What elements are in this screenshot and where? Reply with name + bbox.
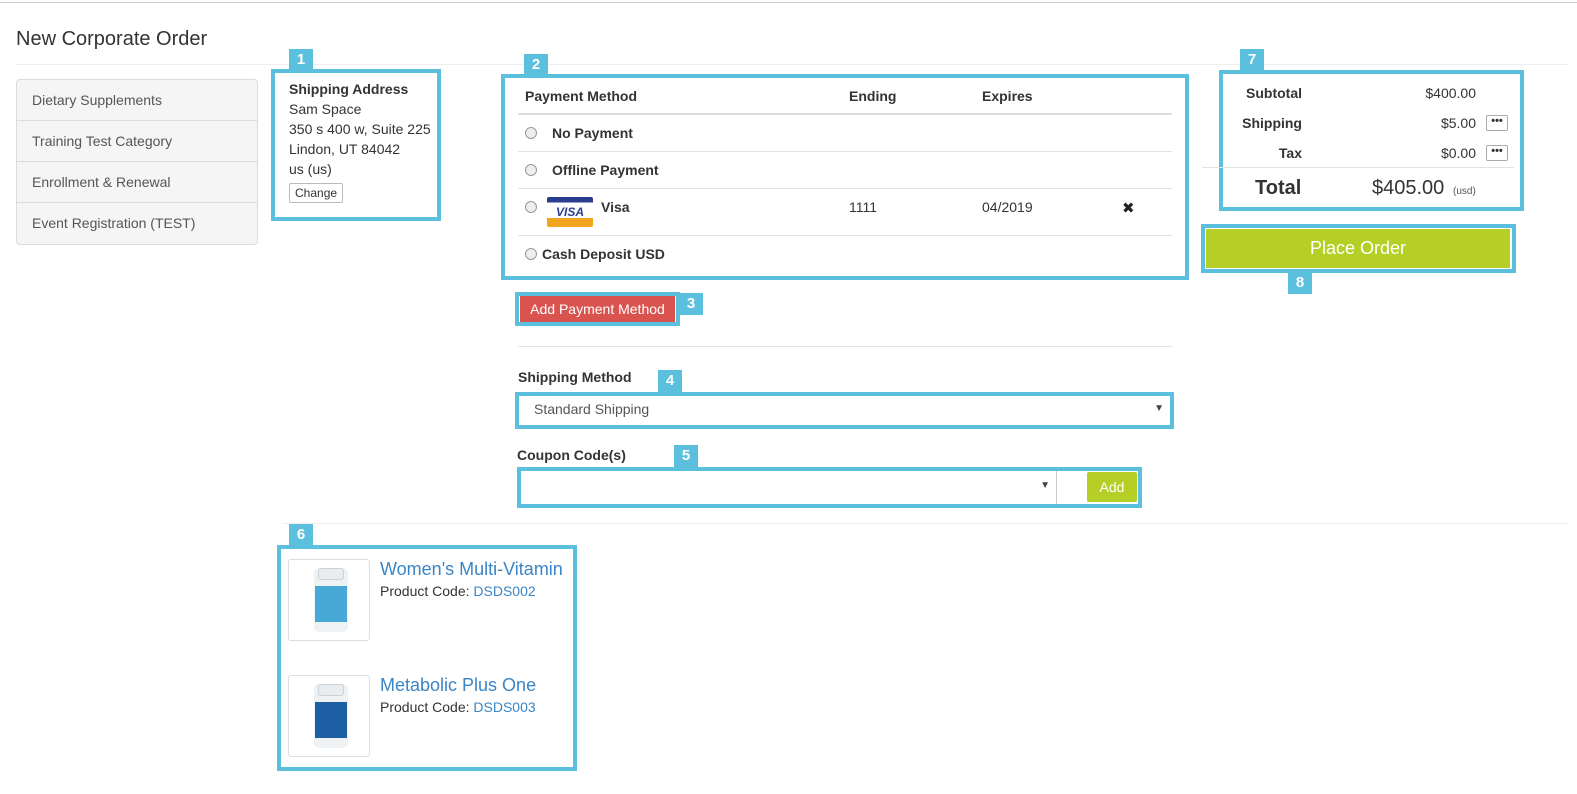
total-divider bbox=[1202, 167, 1514, 168]
chevron-down-icon: ▼ bbox=[1154, 403, 1164, 414]
sidebar-item-event-registration[interactable]: Event Registration (TEST) bbox=[17, 203, 257, 244]
shipping-options-button[interactable]: ••• bbox=[1486, 115, 1508, 131]
category-sidebar: Dietary Supplements Training Test Catego… bbox=[16, 79, 258, 245]
callout-badge-4: 4 bbox=[658, 370, 682, 392]
payment-radio-offline-payment[interactable] bbox=[525, 164, 537, 176]
product-code-link[interactable]: DSDS003 bbox=[473, 699, 535, 715]
page-title: New Corporate Order bbox=[16, 28, 208, 50]
sidebar-item-training-test-category[interactable]: Training Test Category bbox=[17, 121, 257, 162]
top-border bbox=[0, 2, 1577, 3]
product-name-link[interactable]: Women's Multi-Vitamin bbox=[380, 559, 563, 580]
supplement-bottle-icon bbox=[314, 568, 348, 632]
callout-badge-2: 2 bbox=[524, 54, 548, 76]
product-code-link[interactable]: DSDS002 bbox=[473, 583, 535, 599]
payment-name-visa: Visa bbox=[601, 199, 630, 215]
place-order-button[interactable]: Place Order bbox=[1206, 229, 1510, 268]
shipping-address-name: Sam Space bbox=[289, 101, 362, 117]
payment-row-divider bbox=[518, 235, 1172, 236]
product-code: Product Code: DSDS003 bbox=[380, 699, 536, 715]
callout-badge-8: 8 bbox=[1288, 272, 1312, 294]
shipping-address-country: us (us) bbox=[289, 161, 332, 177]
payment-name-no-payment: No Payment bbox=[552, 125, 633, 141]
shipping-address-panel: Shipping Address Sam Space 350 s 400 w, … bbox=[289, 79, 431, 203]
payment-name-offline-payment: Offline Payment bbox=[552, 162, 659, 178]
product-code-label: Product Code: bbox=[380, 583, 470, 599]
payment-method-header: Payment Method bbox=[525, 88, 638, 104]
total-currency: (usd) bbox=[1453, 186, 1476, 197]
product-code: Product Code: DSDS002 bbox=[380, 583, 536, 599]
product-thumbnail[interactable] bbox=[288, 675, 370, 757]
payment-name-cash-deposit: Cash Deposit USD bbox=[542, 246, 665, 262]
product-code-label: Product Code: bbox=[380, 699, 470, 715]
visa-card-icon: VISA bbox=[547, 197, 593, 227]
ending-header: Ending bbox=[849, 88, 897, 104]
title-divider bbox=[16, 64, 1568, 65]
subtotal-label: Subtotal bbox=[1246, 85, 1302, 101]
product-name-link[interactable]: Metabolic Plus One bbox=[380, 675, 536, 696]
coupon-code-label: Coupon Code(s) bbox=[517, 447, 626, 463]
callout-badge-6: 6 bbox=[289, 524, 313, 546]
payment-row-divider bbox=[518, 151, 1172, 152]
tax-options-button[interactable]: ••• bbox=[1486, 145, 1508, 161]
callout-badge-3: 3 bbox=[679, 293, 703, 315]
shipping-method-label: Shipping Method bbox=[518, 369, 632, 385]
visa-expires: 04/2019 bbox=[982, 199, 1033, 215]
shipping-address-line1: 350 s 400 w, Suite 225 bbox=[289, 121, 431, 137]
remove-payment-icon[interactable]: ✖ bbox=[1122, 199, 1135, 217]
shipping-address-label: Shipping Address bbox=[289, 81, 409, 97]
sidebar-item-enrollment-renewal[interactable]: Enrollment & Renewal bbox=[17, 162, 257, 203]
products-divider bbox=[283, 523, 1568, 524]
payment-radio-no-payment[interactable] bbox=[525, 127, 537, 139]
section-divider bbox=[518, 346, 1172, 347]
payment-header-divider bbox=[518, 113, 1172, 115]
add-payment-method-button[interactable]: Add Payment Method bbox=[520, 296, 675, 322]
product-thumbnail[interactable] bbox=[288, 559, 370, 641]
sidebar-item-dietary-supplements[interactable]: Dietary Supplements bbox=[17, 80, 257, 121]
shipping-method-selected: Standard Shipping bbox=[534, 401, 650, 417]
shipping-address-line2: Lindon, UT 84042 bbox=[289, 141, 401, 157]
tax-value: $0.00 bbox=[1440, 145, 1476, 161]
supplement-bottle-icon bbox=[314, 684, 348, 748]
shipping-cost-label: Shipping bbox=[1242, 115, 1302, 131]
change-address-button[interactable]: Change bbox=[289, 183, 344, 203]
shipping-method-select[interactable]: Standard Shipping ▼ bbox=[519, 396, 1170, 425]
tax-label: Tax bbox=[1278, 145, 1302, 161]
callout-badge-7: 7 bbox=[1240, 49, 1264, 71]
callout-badge-5: 5 bbox=[674, 445, 698, 467]
expires-header: Expires bbox=[982, 88, 1033, 104]
add-coupon-button[interactable]: Add bbox=[1087, 472, 1137, 502]
coupon-code-select[interactable]: ▼ bbox=[521, 471, 1057, 504]
chevron-down-icon: ▼ bbox=[1040, 480, 1050, 491]
callout-badge-1: 1 bbox=[289, 49, 313, 71]
payment-row-divider bbox=[518, 188, 1172, 189]
payment-radio-cash-deposit[interactable] bbox=[525, 248, 537, 260]
shipping-cost-value: $5.00 bbox=[1440, 115, 1476, 131]
total-value: $405.00 bbox=[1372, 177, 1445, 199]
subtotal-value: $400.00 bbox=[1425, 85, 1476, 101]
payment-radio-visa[interactable] bbox=[525, 201, 537, 213]
total-label: Total bbox=[1255, 177, 1302, 199]
visa-ending: 1111 bbox=[849, 199, 878, 215]
